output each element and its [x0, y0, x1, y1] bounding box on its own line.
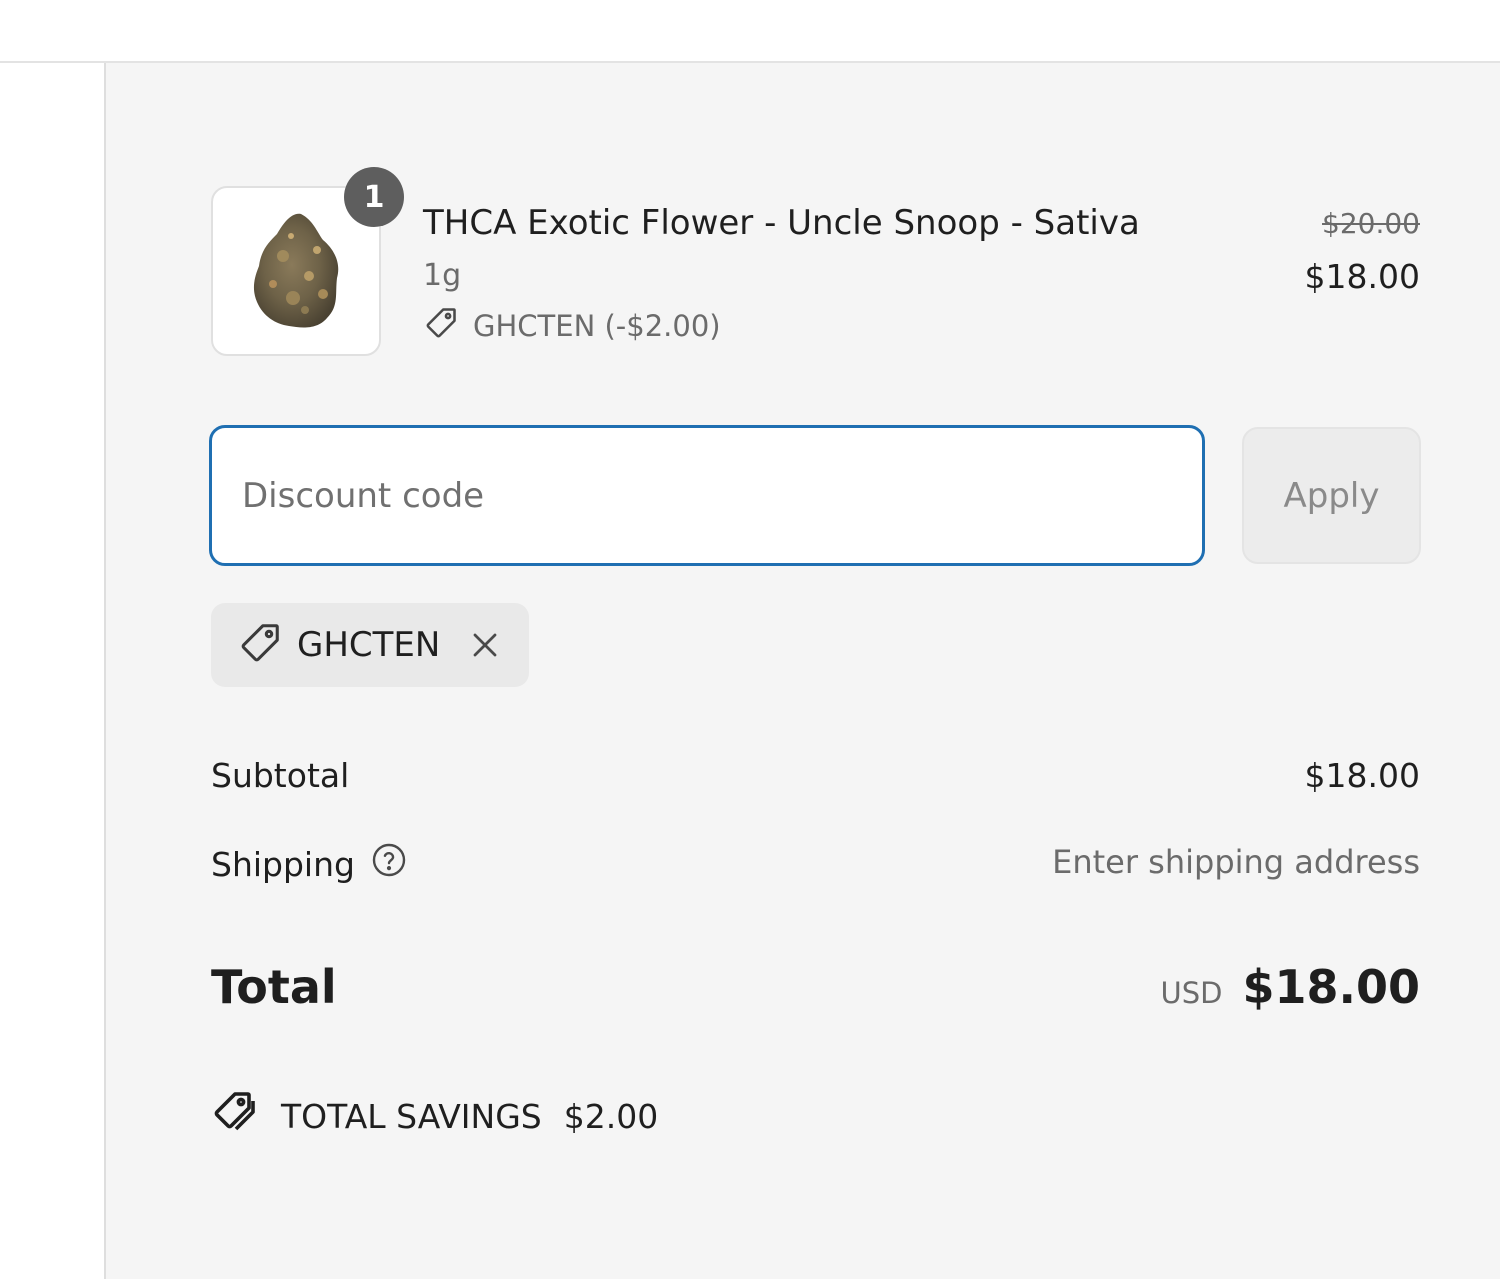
product-flower-image: [253, 213, 339, 328]
product-title: THCA Exotic Flower - Uncle Snoop - Sativ…: [423, 203, 1140, 243]
discount-tags-icon: [211, 1088, 259, 1144]
tag-icon: [423, 305, 459, 348]
applied-discount-chip: GHCTEN: [211, 603, 529, 687]
discounted-price: $18.00: [1304, 257, 1420, 296]
total-savings: TOTAL SAVINGS $2.00: [211, 1088, 658, 1144]
subtotal-label: Subtotal: [211, 756, 350, 795]
savings-value: $2.00: [563, 1096, 659, 1136]
applied-code-label: GHCTEN: [297, 625, 441, 665]
shipping-label: Shipping: [211, 844, 355, 884]
product-variant: 1g: [423, 258, 462, 293]
original-price: $20.00: [1322, 207, 1420, 240]
help-circle-icon[interactable]: [371, 842, 407, 886]
total-label: Total: [211, 960, 337, 1014]
apply-button[interactable]: Apply: [1242, 427, 1421, 564]
header-bar: [0, 0, 1500, 63]
shipping-value: Enter shipping address: [1052, 843, 1420, 881]
total-value: USD $18.00: [1161, 960, 1420, 1014]
product-discount-line: GHCTEN (-$2.00): [423, 306, 721, 346]
total-amount: $18.00: [1242, 960, 1420, 1014]
savings-label: TOTAL SAVINGS: [281, 1096, 542, 1136]
close-icon[interactable]: [467, 627, 503, 663]
discount-code-input[interactable]: [209, 425, 1205, 566]
quantity-badge: 1: [344, 167, 404, 227]
tag-icon: [237, 620, 283, 670]
shipping-row-label: Shipping: [211, 842, 407, 886]
main-column: [0, 63, 104, 1279]
subtotal-value: $18.00: [1304, 756, 1420, 795]
product-discount-text: GHCTEN (-$2.00): [473, 309, 721, 343]
currency-code: USD: [1160, 976, 1223, 1010]
